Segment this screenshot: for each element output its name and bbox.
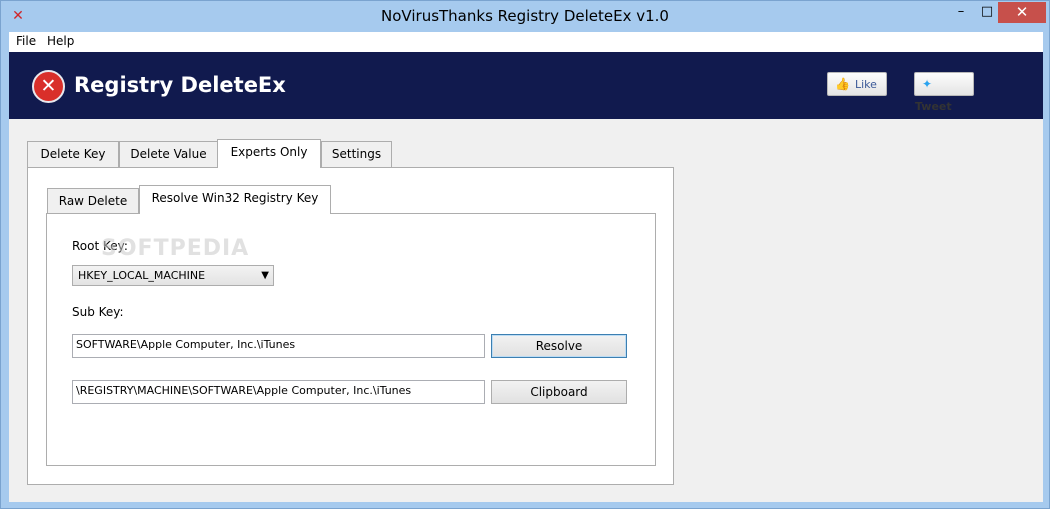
twitter-bird-icon: ✦ [922,77,933,91]
close-x-icon: ✕ [40,75,57,97]
tweet-label: Tweet [915,100,952,113]
tab-delete-value[interactable]: Delete Value [119,141,218,167]
clipboard-button[interactable]: Clipboard [491,380,627,404]
sub-key-label: Sub Key: [72,305,124,319]
minimize-button[interactable]: – [948,2,974,23]
experts-only-panel: Raw Delete Resolve Win32 Registry Key Ro… [27,167,674,485]
tweet-button[interactable]: ✦ Tweet [914,72,974,113]
app-logo: ✕ [32,70,65,103]
client-area: Delete Key Delete Value Experts Only Set… [9,119,1043,502]
facebook-like-button[interactable]: 👍 Like [827,72,887,96]
tab-settings[interactable]: Settings [321,141,392,167]
header-banner: ✕ Registry DeleteEx 👍 Like ✦ Tweet [9,52,1043,119]
sub-key-input[interactable]: SOFTWARE\Apple Computer, Inc.\iTunes [72,334,485,358]
root-key-value: HKEY_LOCAL_MACHINE [78,269,206,282]
tab-resolve-win32[interactable]: Resolve Win32 Registry Key [139,185,331,214]
tab-delete-key[interactable]: Delete Key [27,141,119,167]
menu-file[interactable]: File [16,34,36,48]
maximize-button[interactable]: □ [974,2,1000,23]
tab-experts-only[interactable]: Experts Only [217,139,321,168]
window-title: NoVirusThanks Registry DeleteEx v1.0 [381,7,669,25]
menu-help[interactable]: Help [47,34,74,48]
resolve-button[interactable]: Resolve [491,334,627,358]
tab-raw-delete[interactable]: Raw Delete [47,188,139,214]
banner-title: Registry DeleteEx [74,73,286,97]
title-bar[interactable]: ✕ NoVirusThanks Registry DeleteEx v1.0 –… [1,1,1049,31]
app-window: ✕ NoVirusThanks Registry DeleteEx v1.0 –… [0,0,1050,509]
thumbs-up-icon: 👍 [835,77,850,91]
menu-bar: File Help [9,32,1043,52]
close-button[interactable]: ✕ [998,2,1046,23]
resolved-path-output[interactable]: \REGISTRY\MACHINE\SOFTWARE\Apple Compute… [72,380,485,404]
like-label: Like [854,78,877,91]
softpedia-watermark: SOFTPEDIA [101,236,250,261]
root-key-select[interactable]: HKEY_LOCAL_MACHINE ▼ [72,265,274,286]
chevron-down-icon: ▼ [261,270,269,281]
